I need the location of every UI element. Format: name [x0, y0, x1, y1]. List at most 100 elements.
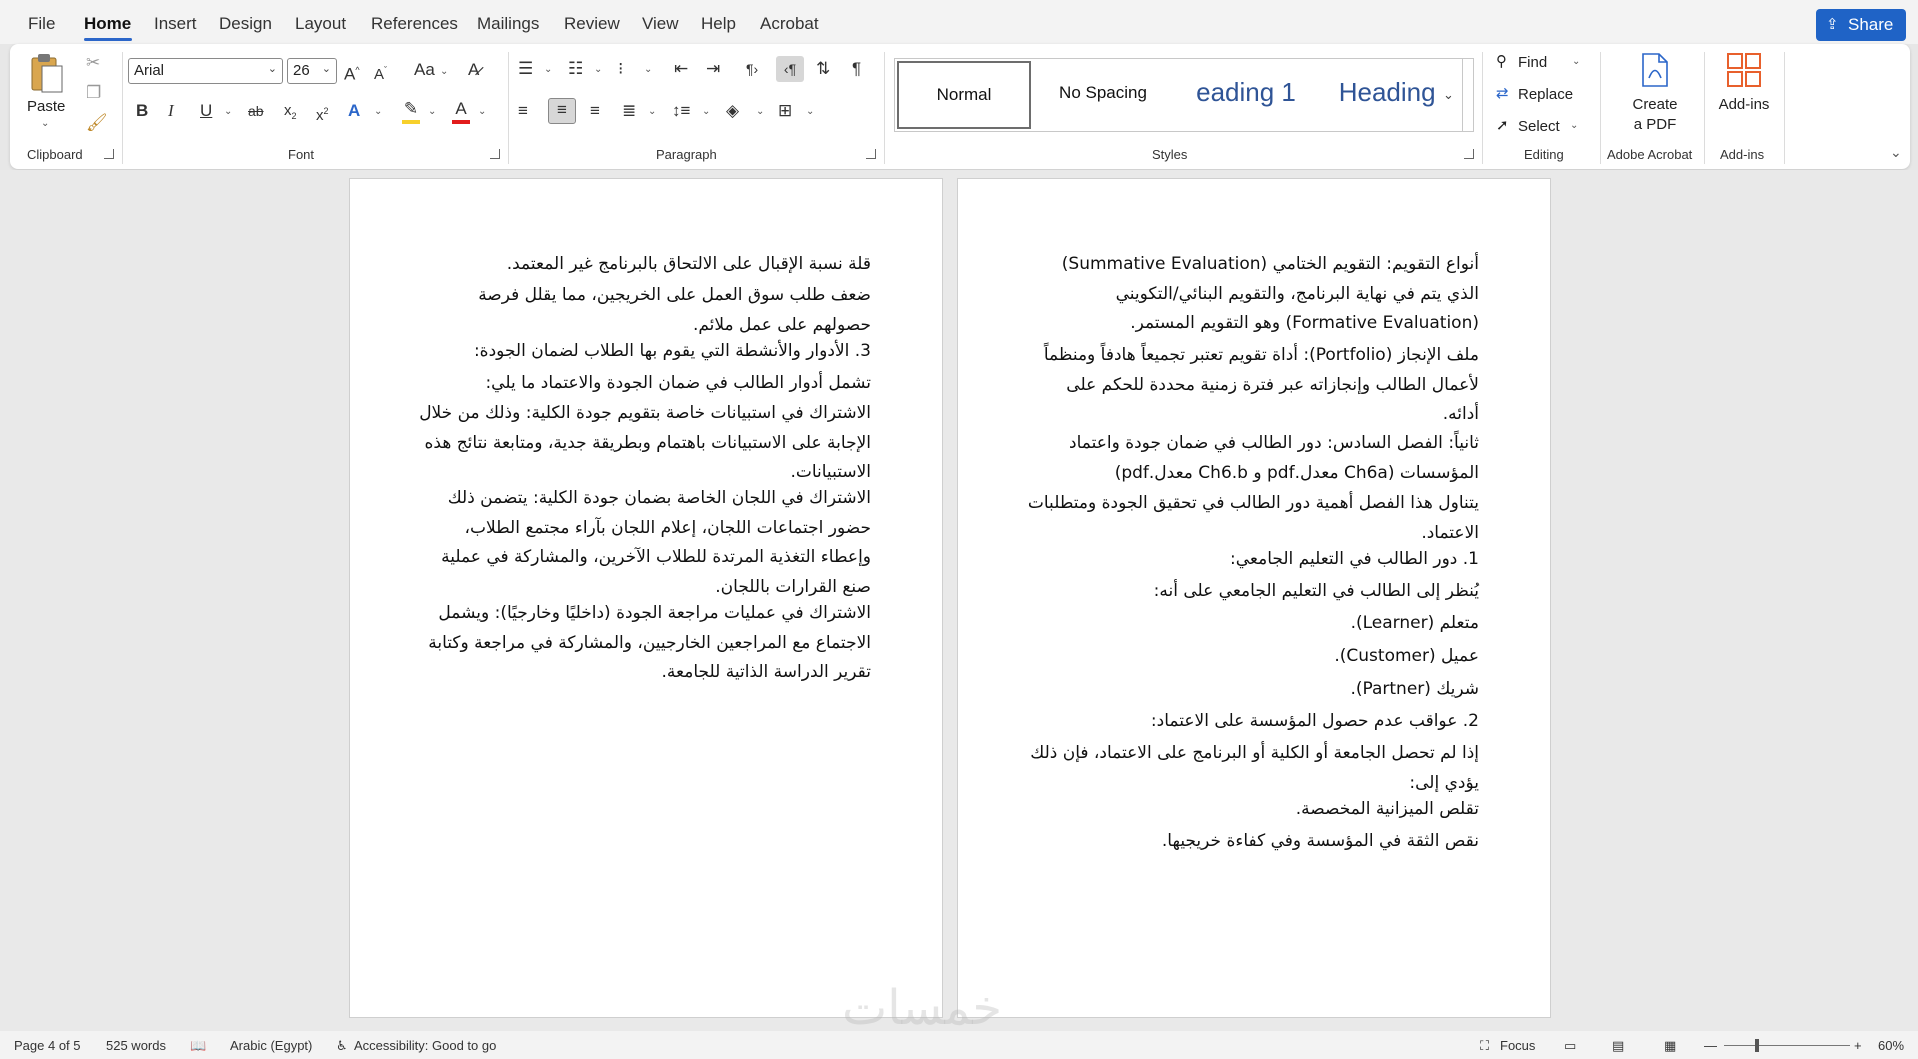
create-pdf-button[interactable]: Create a PDF: [1610, 50, 1700, 140]
read-mode-icon[interactable]: ▭: [1564, 1038, 1576, 1054]
menu-insert[interactable]: Insert: [154, 14, 197, 34]
font-launcher-icon[interactable]: [490, 149, 500, 159]
sort-icon[interactable]: ⇅: [816, 58, 830, 80]
language-indicator[interactable]: Arabic (Egypt): [230, 1038, 312, 1053]
cursor-icon: ➚: [1496, 117, 1509, 134]
menu-layout[interactable]: Layout: [295, 14, 346, 34]
increase-indent-icon[interactable]: ⇥: [706, 58, 720, 80]
page-right-paragraph: يتناول هذا الفصل أهمية دور الطالب في تحق…: [1027, 493, 1479, 543]
styles-launcher-icon[interactable]: [1464, 149, 1474, 159]
page-count[interactable]: Page 4 of 5: [14, 1038, 81, 1053]
borders-icon[interactable]: ⊞: [778, 100, 792, 122]
show-formatting-icon[interactable]: ¶: [852, 58, 861, 80]
focus-icon: ⛶: [1480, 1038, 1490, 1053]
underline-icon[interactable]: U: [200, 100, 212, 122]
align-left-icon[interactable]: ≡: [518, 100, 528, 122]
superscript-icon[interactable]: x2: [316, 100, 329, 127]
font-name-box[interactable]: Arial ⌄: [128, 58, 283, 84]
line-spacing-icon[interactable]: ↕≡: [672, 100, 690, 122]
menu-home[interactable]: Home: [84, 14, 131, 34]
page-right-paragraph: تقلص الميزانية المخصصة.: [1295, 799, 1479, 819]
page-right-paragraph: ملف الإنجاز (Portfolio): أداة تقويم تعتب…: [1043, 345, 1479, 424]
zoom-in-button[interactable]: +: [1854, 1038, 1862, 1053]
web-layout-icon[interactable]: ▦: [1664, 1038, 1676, 1054]
subscript-icon[interactable]: x2: [284, 100, 297, 127]
menu-design[interactable]: Design: [219, 14, 272, 34]
shrink-font-icon[interactable]: Aˇ: [374, 59, 387, 86]
style-heading-1[interactable]: eading 1: [1175, 61, 1317, 129]
accessibility-icon: ♿: [336, 1038, 348, 1053]
align-right-icon[interactable]: ≡: [590, 100, 600, 122]
strikethrough-icon[interactable]: ab: [248, 100, 264, 122]
menu-acrobat[interactable]: Acrobat: [760, 14, 819, 34]
page-right-paragraph: يُنظر إلى الطالب في التعليم الجامعي على …: [1153, 581, 1479, 601]
add-ins-button[interactable]: Add-ins: [1708, 50, 1780, 130]
rtl-direction-icon[interactable]: ‹¶: [776, 56, 804, 82]
collapse-ribbon-icon[interactable]: ⌄: [1890, 144, 1902, 161]
bold-icon[interactable]: B: [136, 100, 148, 122]
zoom-level[interactable]: 60%: [1878, 1038, 1904, 1053]
bullets-icon[interactable]: ☰: [518, 58, 533, 80]
divider: [508, 52, 509, 164]
paragraph-launcher-icon[interactable]: [866, 149, 876, 159]
page-right-paragraph: إذا لم تحصل الجامعة أو الكلية أو البرنام…: [1030, 743, 1479, 793]
numbering-icon[interactable]: ☷: [568, 58, 583, 80]
find-button[interactable]: ⚲ Find ⌄: [1494, 52, 1588, 76]
chevron-down-icon: ⌄: [440, 66, 449, 77]
replace-button[interactable]: ⇄ Replace: [1494, 84, 1588, 108]
align-center-icon[interactable]: ≡: [548, 98, 576, 124]
zoom-slider[interactable]: [1724, 1045, 1850, 1046]
proofing-icon[interactable]: 📖: [190, 1038, 206, 1054]
menu-file[interactable]: File: [28, 14, 55, 34]
menu-help[interactable]: Help: [701, 14, 736, 34]
cut-icon[interactable]: ✂: [86, 52, 100, 74]
clipboard-launcher-icon[interactable]: [104, 149, 114, 159]
shading-icon[interactable]: ◈: [726, 100, 739, 122]
paragraph-group-label: Paragraph: [656, 147, 717, 162]
multilevel-list-icon[interactable]: ⁝: [618, 58, 623, 80]
styles-group-label: Styles: [1152, 147, 1188, 162]
paste-button[interactable]: Paste ⌄: [24, 52, 68, 129]
focus-button[interactable]: Focus: [1500, 1038, 1535, 1053]
styles-more-button[interactable]: ⌄: [1435, 58, 1463, 132]
chevron-down-icon: ⌄: [544, 64, 553, 75]
share-button[interactable]: ⇪ Share: [1816, 9, 1906, 41]
font-size-box[interactable]: 26 ⌄: [287, 58, 337, 84]
change-case-button[interactable]: Aa: [414, 59, 435, 81]
font-group-label: Font: [288, 147, 315, 162]
accessibility-status[interactable]: Accessibility: Good to go: [354, 1038, 496, 1053]
chevron-down-icon: ⌄: [478, 106, 487, 117]
menu-references[interactable]: References: [371, 14, 458, 34]
grow-font-icon[interactable]: A^: [344, 59, 360, 86]
print-layout-icon[interactable]: ▤: [1612, 1038, 1624, 1054]
paste-icon: [31, 54, 63, 93]
decrease-indent-icon[interactable]: ⇤: [674, 58, 688, 80]
highlight-icon[interactable]: ✎: [402, 98, 420, 124]
italic-icon[interactable]: I: [168, 100, 174, 122]
copy-icon[interactable]: ❐: [86, 82, 101, 104]
document-page-right[interactable]: أنواع التقويم: التقويم الختامي (Summativ…: [957, 178, 1551, 1018]
zoom-out-button[interactable]: —: [1704, 1038, 1717, 1053]
menu-view[interactable]: View: [642, 14, 679, 34]
menu-mailings[interactable]: Mailings: [477, 14, 539, 34]
word-count[interactable]: 525 words: [106, 1038, 166, 1053]
chevron-down-icon: ⌄: [428, 106, 437, 117]
font-color-icon[interactable]: A: [452, 98, 470, 124]
document-canvas[interactable]: قلة نسبة الإقبال على الالتحاق بالبرنامج …: [0, 170, 1918, 1031]
clear-formatting-icon[interactable]: A̷: [468, 59, 479, 81]
document-page-left[interactable]: قلة نسبة الإقبال على الالتحاق بالبرنامج …: [349, 178, 943, 1018]
style-normal[interactable]: Normal: [897, 61, 1031, 129]
page-right-paragraph: 2. عواقب عدم حصول المؤسسة على الاعتماد:: [1150, 711, 1479, 731]
menu-review[interactable]: Review: [564, 14, 620, 34]
zoom-slider-thumb[interactable]: [1755, 1039, 1759, 1052]
add-ins-icon: [1727, 53, 1761, 87]
ltr-direction-icon[interactable]: ¶›: [746, 58, 758, 80]
chevron-down-icon: ⌄: [756, 106, 765, 117]
page-right-paragraph: متعلم (Learner).: [1350, 613, 1479, 633]
style-no-spacing[interactable]: No Spacing: [1035, 61, 1171, 129]
format-painter-icon[interactable]: 🖌: [86, 112, 108, 134]
select-button[interactable]: ➚ Select ⌄: [1494, 116, 1588, 140]
justify-icon[interactable]: ≣: [622, 100, 636, 122]
chevron-down-icon: ⌄: [267, 63, 277, 75]
text-effects-icon[interactable]: A: [348, 100, 360, 122]
